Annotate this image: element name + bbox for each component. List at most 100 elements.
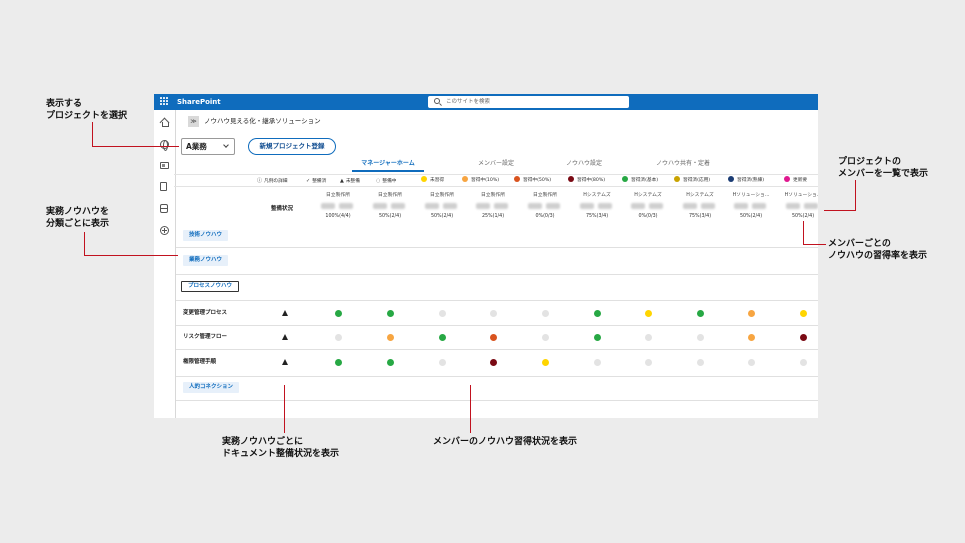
- legend-dot: [514, 176, 520, 182]
- divider: [176, 400, 818, 401]
- learning-status-dot[interactable]: [386, 309, 394, 317]
- member-column-header[interactable]: 日立製作所 0%(0/3): [522, 192, 568, 221]
- tab-knowhow-share[interactable]: ノウハウ共有・定着: [642, 158, 724, 172]
- triangle-icon: ▲: [340, 178, 344, 184]
- learning-status-dot[interactable]: [747, 358, 755, 366]
- tab-member-settings[interactable]: メンバー設定: [466, 158, 526, 172]
- legend-dot: [568, 176, 574, 182]
- learning-status-dot[interactable]: [747, 309, 755, 317]
- learning-status-dot[interactable]: [334, 358, 342, 366]
- annotation-line: メンバーのノウハウ習得状況を表示: [433, 437, 578, 447]
- learning-status-dot[interactable]: [644, 333, 652, 341]
- annotation-learning-status: メンバーのノウハウ習得状況を表示: [433, 436, 577, 448]
- legend-label: 習得済(応用): [683, 178, 711, 183]
- legend-item: 習得済(基本): [622, 175, 658, 187]
- member-org: Hシステムズ: [634, 193, 662, 198]
- member-learning-rate: 0%(0/3): [638, 214, 658, 219]
- member-org: 日立製作所: [430, 193, 454, 198]
- learning-status-dot[interactable]: [541, 309, 549, 317]
- legend-detail-link[interactable]: ⓘ 凡例の詳細: [257, 175, 287, 188]
- app-name[interactable]: SharePoint: [177, 96, 221, 108]
- knowhow-name[interactable]: 権限管理手順: [183, 357, 216, 367]
- member-name-blurred: [630, 203, 666, 209]
- globe-icon[interactable]: [160, 140, 169, 151]
- annotation-line: ドキュメント整備状況を表示: [222, 449, 340, 459]
- category-tech-knowhow[interactable]: 技術ノウハウ: [183, 230, 229, 241]
- member-column-header[interactable]: 日立製作所 50%(2/4): [367, 192, 413, 221]
- app-bar: [154, 110, 176, 418]
- member-name-blurred: [785, 203, 818, 209]
- legend-dot: [462, 176, 468, 182]
- project-dropdown[interactable]: A業務: [181, 138, 235, 155]
- learning-status-dot[interactable]: [489, 358, 497, 366]
- annotation-line: 分類ごとに表示: [46, 219, 110, 229]
- legend-bar: ⓘ 凡例の詳細 ✓ 整備済 ▲ 未整備 ◌ 整備中 未習得 習得中(10%) 習得中(5…: [174, 174, 818, 187]
- category-process-knowhow[interactable]: プロセスノウハウ: [181, 281, 240, 292]
- tab-knowhow-settings[interactable]: ノウハウ設定: [554, 158, 614, 172]
- learning-status-dot[interactable]: [799, 309, 807, 317]
- news-icon[interactable]: [160, 162, 169, 169]
- learning-status-dot[interactable]: [334, 309, 342, 317]
- category-human-connection[interactable]: 人的コネクション: [183, 382, 240, 393]
- learning-status-dot[interactable]: [593, 358, 601, 366]
- learning-status-dot[interactable]: [334, 333, 342, 341]
- learning-status-dot[interactable]: [644, 358, 652, 366]
- member-column-header[interactable]: Hソリューショ... 50%(2/4): [780, 192, 818, 221]
- legend-item: 更新要: [784, 175, 807, 187]
- member-column-header[interactable]: Hシステムズ 75%(3/4): [677, 192, 723, 221]
- category-business-knowhow[interactable]: 業務ノウハウ: [183, 255, 229, 266]
- learning-status-dot[interactable]: [799, 358, 807, 366]
- tab-manager-home[interactable]: マネージャーホーム: [352, 158, 424, 172]
- home-icon[interactable]: [160, 118, 169, 127]
- legend-label: 整備中: [382, 179, 397, 184]
- legend-label: 整備済: [312, 179, 327, 184]
- learning-status-dot[interactable]: [438, 309, 446, 317]
- member-column-header[interactable]: 日立製作所 25%(1/4): [470, 192, 516, 221]
- knowhow-name[interactable]: リスク管理フロー: [183, 332, 227, 342]
- learning-status-dot[interactable]: [593, 333, 601, 341]
- files-icon[interactable]: [160, 182, 167, 191]
- member-column-header[interactable]: 日立製作所 50%(2/4): [419, 192, 465, 221]
- learning-status-dot[interactable]: [644, 309, 652, 317]
- learning-status-dot[interactable]: [489, 309, 497, 317]
- learning-status-dot[interactable]: [541, 333, 549, 341]
- member-column-header[interactable]: Hソリューショ... 50%(2/4): [728, 192, 774, 221]
- legend-item: 習得済(応用): [674, 175, 710, 187]
- site-title[interactable]: ノウハウ見える化・継承ソリューション: [204, 116, 321, 127]
- lists-icon[interactable]: [160, 204, 168, 213]
- learning-status-dot[interactable]: [696, 309, 704, 317]
- annotation-member-rate: メンバーごとの ノウハウの習得率を表示: [828, 238, 927, 262]
- learning-status-dot[interactable]: [386, 333, 394, 341]
- learning-status-dot[interactable]: [386, 358, 394, 366]
- app-launcher-icon[interactable]: [160, 97, 169, 106]
- learning-status-dot[interactable]: [438, 333, 446, 341]
- knowhow-name[interactable]: 変更管理プロセス: [183, 308, 227, 318]
- site-logo[interactable]: ≫: [188, 116, 199, 127]
- learning-status-dot[interactable]: [438, 358, 446, 366]
- learning-status-dot[interactable]: [799, 333, 807, 341]
- divider: [176, 325, 818, 326]
- learning-status-dot[interactable]: [747, 333, 755, 341]
- learning-status-dot[interactable]: [696, 358, 704, 366]
- member-name-blurred: [682, 203, 718, 209]
- leader-line: [84, 232, 85, 255]
- member-org: Hソリューショ...: [784, 193, 818, 198]
- legend-item: 習得中(10%): [462, 175, 499, 187]
- legend-item: ◌ 整備中: [376, 175, 396, 188]
- doc-not-ready-icon: [282, 359, 288, 365]
- site-search-box[interactable]: このサイトを検索: [428, 96, 629, 108]
- learning-status-dot[interactable]: [541, 358, 549, 366]
- member-column-header[interactable]: Hシステムズ 0%(0/3): [625, 192, 671, 221]
- member-org: Hシステムズ: [686, 193, 714, 198]
- member-name-blurred: [733, 203, 769, 209]
- legend-item: ✓ 整備済: [306, 175, 326, 188]
- new-project-button[interactable]: 新規プロジェクト登録: [248, 138, 336, 155]
- leader-line: [92, 122, 93, 146]
- member-column-header[interactable]: 日立製作所 100%(4/4): [315, 192, 361, 221]
- learning-status-dot[interactable]: [593, 309, 601, 317]
- create-icon[interactable]: [160, 226, 169, 235]
- member-org: 日立製作所: [378, 193, 402, 198]
- learning-status-dot[interactable]: [489, 333, 497, 341]
- member-column-header[interactable]: Hシステムズ 75%(3/4): [574, 192, 620, 221]
- learning-status-dot[interactable]: [696, 333, 704, 341]
